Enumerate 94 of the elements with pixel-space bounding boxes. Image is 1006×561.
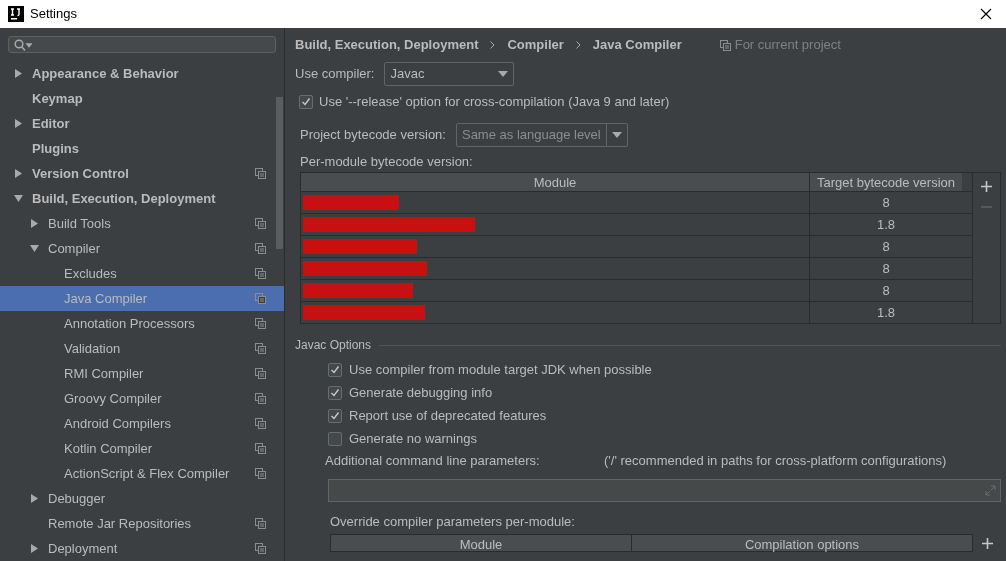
compiler-dropdown[interactable]: Javac bbox=[384, 62, 515, 86]
table-cell-text: 8 bbox=[881, 259, 891, 278]
tree-label: Deployment bbox=[48, 539, 119, 558]
tree-item[interactable]: ActionScript & Flex Compiler bbox=[0, 461, 284, 486]
tree-item[interactable]: Deployment bbox=[0, 536, 284, 561]
column-header[interactable]: Target bytecode version bbox=[810, 173, 962, 191]
tree-item[interactable]: Validation bbox=[0, 336, 284, 361]
table-cell-text: 1.8 bbox=[875, 215, 897, 234]
tree-item[interactable]: RMI Compiler bbox=[0, 361, 284, 386]
checkbox[interactable] bbox=[328, 362, 342, 377]
tree-item[interactable]: Remote Jar Repositories bbox=[0, 511, 284, 536]
tree-item[interactable]: Build Tools bbox=[0, 211, 284, 236]
close-icon[interactable] bbox=[980, 8, 992, 20]
field-label: Additional command line parameters: bbox=[325, 452, 541, 471]
checkbox-label: Report use of deprecated features bbox=[349, 406, 547, 425]
tree-item[interactable]: Android Compilers bbox=[0, 411, 284, 436]
search-icon[interactable] bbox=[14, 38, 32, 51]
field-label: Project bytecode version: bbox=[300, 126, 446, 145]
tree-label: Keymap bbox=[32, 89, 84, 108]
checkbox-label: Use '--release' option for cross-compilation (Java 9 and later) bbox=[319, 93, 670, 112]
tree-label: Compiler bbox=[48, 239, 101, 258]
table-cell-text: 1.8 bbox=[875, 303, 897, 322]
breadcrumb-item: Compiler bbox=[507, 36, 564, 55]
tree-label: ActionScript & Flex Compiler bbox=[64, 464, 231, 483]
tree-label: Java Compiler bbox=[64, 289, 149, 308]
tree-label: Appearance & Behavior bbox=[32, 64, 180, 83]
tree-label: Editor bbox=[32, 114, 71, 133]
tree-item[interactable]: Kotlin Compiler bbox=[0, 436, 284, 461]
expand-arrow-icon[interactable] bbox=[30, 494, 39, 503]
tree-label: RMI Compiler bbox=[64, 364, 145, 383]
tree-item[interactable]: Build, Execution, Deployment bbox=[0, 186, 284, 211]
checkbox[interactable] bbox=[328, 431, 342, 446]
expand-arrow-icon[interactable] bbox=[30, 219, 39, 228]
tree-label: Version Control bbox=[32, 164, 130, 183]
tree-item[interactable]: Compiler bbox=[0, 236, 284, 261]
chevron-icon bbox=[490, 41, 496, 49]
checkbox-label: Generate debugging info bbox=[349, 383, 493, 402]
add-icon[interactable] bbox=[981, 181, 992, 192]
tree-label: Android Compilers bbox=[64, 414, 172, 433]
tree-label: Plugins bbox=[32, 139, 80, 158]
table-cell-text: 8 bbox=[881, 281, 891, 300]
project-level-icon bbox=[719, 39, 731, 51]
tree-label: Excludes bbox=[64, 264, 118, 283]
caret-icon bbox=[498, 71, 509, 77]
tree-label: Annotation Processors bbox=[64, 314, 196, 333]
tree-item[interactable]: Editor bbox=[0, 111, 284, 136]
group-title: Javac Options bbox=[295, 337, 372, 354]
tree-item[interactable]: Appearance & Behavior bbox=[0, 61, 284, 86]
column-header[interactable]: Module bbox=[301, 173, 810, 191]
window-title: Settings bbox=[30, 5, 78, 24]
caret-icon bbox=[611, 132, 622, 138]
scope-note: For current project bbox=[734, 36, 841, 55]
tree-item[interactable]: Plugins bbox=[0, 136, 284, 161]
checkbox-label: Use compiler from module target JDK when possible bbox=[349, 360, 652, 379]
section-label: Override compiler parameters per-module: bbox=[330, 513, 576, 532]
scrollbar[interactable] bbox=[276, 97, 283, 249]
tree-label: Remote Jar Repositories bbox=[48, 514, 193, 533]
chevron-icon bbox=[575, 41, 581, 49]
checkbox[interactable] bbox=[328, 385, 342, 400]
tree-label: Groovy Compiler bbox=[64, 389, 163, 408]
tree-item[interactable]: Excludes bbox=[0, 261, 284, 286]
collapse-arrow-icon[interactable] bbox=[14, 194, 23, 203]
breadcrumb-item: Build, Execution, Deployment bbox=[295, 36, 479, 55]
bytecode-dropdown[interactable]: Same as language level bbox=[455, 123, 628, 147]
tree-item[interactable]: Debugger bbox=[0, 486, 284, 511]
tree-label: Build, Execution, Deployment bbox=[32, 189, 217, 208]
tree-label: Debugger bbox=[48, 489, 107, 508]
collapse-arrow-icon[interactable] bbox=[30, 244, 39, 253]
tree-label: Build Tools bbox=[48, 214, 112, 233]
checkbox[interactable] bbox=[328, 408, 342, 423]
checkbox-label: Generate no warnings bbox=[349, 429, 477, 448]
tree-item[interactable]: Groovy Compiler bbox=[0, 386, 284, 411]
tree-item[interactable]: Keymap bbox=[0, 86, 284, 111]
breadcrumb-item: Java Compiler bbox=[592, 36, 682, 55]
add-icon[interactable] bbox=[981, 538, 993, 549]
parameters-field[interactable] bbox=[328, 479, 1001, 502]
expand-arrow-icon[interactable] bbox=[30, 544, 39, 553]
expand-arrow-icon[interactable] bbox=[14, 169, 23, 178]
tree-label: Kotlin Compiler bbox=[64, 439, 154, 458]
section-label: Per-module bytecode version: bbox=[300, 153, 474, 172]
tree-label: Validation bbox=[64, 339, 122, 358]
tree-item[interactable]: Version Control bbox=[0, 161, 284, 186]
app-logo-icon bbox=[8, 6, 24, 22]
column-header[interactable]: Compilation options bbox=[632, 535, 972, 551]
tree-item[interactable]: Annotation Processors bbox=[0, 311, 284, 336]
field-label: Use compiler: bbox=[295, 65, 375, 84]
expand-arrow-icon[interactable] bbox=[14, 119, 23, 128]
column-header[interactable]: Module bbox=[331, 535, 632, 551]
table-cell-text: 8 bbox=[881, 237, 891, 256]
table-cell-text: 8 bbox=[881, 193, 891, 212]
hint-text: ('/' recommended in paths for cross-platform configurations) bbox=[604, 452, 947, 471]
search-field[interactable] bbox=[8, 36, 276, 53]
expand-arrow-icon[interactable] bbox=[14, 69, 23, 78]
checkbox[interactable] bbox=[299, 95, 313, 109]
